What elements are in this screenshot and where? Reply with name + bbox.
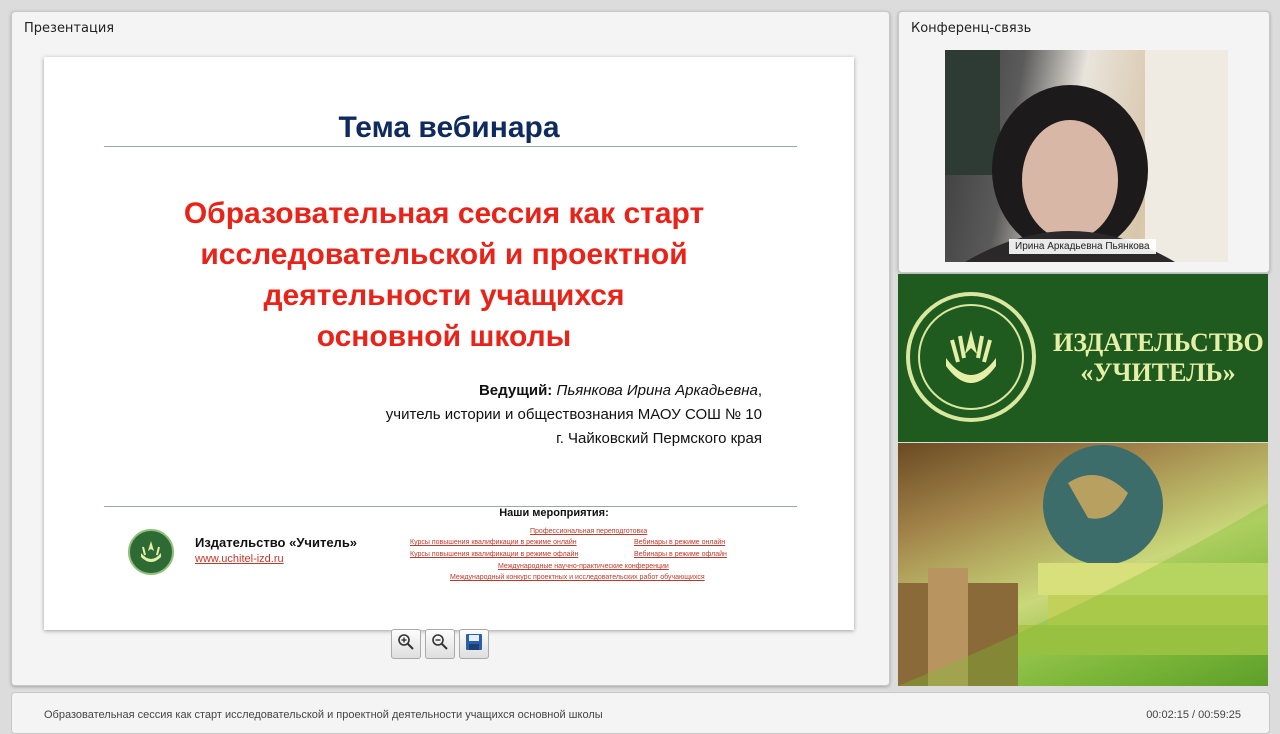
- slide-title-line: исследовательской и проектной: [200, 238, 688, 271]
- event-link[interactable]: Курсы повышения квалификации в режиме он…: [410, 539, 577, 546]
- slide-toolbar: [391, 629, 489, 659]
- session-title: Образовательная сессия как старт исследо…: [44, 709, 603, 721]
- publisher-logo-icon: [128, 529, 174, 575]
- presenter-info: Ведущий: Пьянкова Ирина Аркадьевна, учит…: [386, 379, 762, 451]
- presenter-label: Ведущий:: [478, 382, 553, 399]
- slide: Тема вебинара Образовательная сессия как…: [44, 57, 854, 630]
- presenter-role: учитель истории и обществознания МАОУ СО…: [385, 406, 762, 423]
- banner-title: ИЗДАТЕЛЬСТВО «УЧИТЕЛЬ»: [1053, 328, 1264, 388]
- zoom-out-button[interactable]: [425, 629, 455, 659]
- conference-panel: Конференц-связь Ирина Аркадьевна Пьянков…: [898, 11, 1270, 273]
- presenter-comma: ,: [757, 382, 762, 399]
- presenter-city: г. Чайковский Пермского края: [556, 430, 762, 447]
- publisher-name: Издательство «Учитель»: [195, 535, 358, 550]
- publisher-url-link[interactable]: www.uchitel-izd.ru: [195, 553, 284, 565]
- save-icon: [465, 633, 483, 656]
- slide-title-line: основной школы: [316, 320, 572, 353]
- zoom-in-button[interactable]: [391, 629, 421, 659]
- slide-title-line: Образовательная сессия как старт: [183, 197, 705, 230]
- presenter-name: Пьянкова Ирина Аркадьевна: [556, 382, 758, 399]
- decorative-books-globe-image: [898, 443, 1268, 686]
- video-feed[interactable]: Ирина Аркадьевна Пьянкова: [945, 50, 1228, 262]
- slide-heading: Тема вебинара: [338, 111, 560, 144]
- save-button[interactable]: [459, 629, 489, 659]
- slide-title-line: деятельности учащихся: [263, 279, 625, 312]
- publisher-banner: ИЗДАТЕЛЬСТВО «УЧИТЕЛЬ»: [898, 274, 1268, 442]
- zoom-in-icon: [397, 633, 415, 656]
- slide-title: Образовательная сессия как старт исследо…: [104, 193, 784, 357]
- playback-time: 00:02:15 / 00:59:25: [1146, 709, 1241, 721]
- presentation-panel-title: Презентация: [24, 21, 115, 36]
- banner-line: «УЧИТЕЛЬ»: [1080, 358, 1236, 387]
- event-link[interactable]: Профессиональная переподготовка: [530, 528, 647, 535]
- event-link[interactable]: Международные научно-практические конфер…: [498, 563, 669, 570]
- event-link[interactable]: Вебинары в режиме онлайн: [634, 539, 725, 546]
- presenter-line: Ведущий: Пьянкова Ирина Аркадьевна,: [386, 379, 762, 403]
- event-link[interactable]: Курсы повышения квалификации в режиме оф…: [410, 551, 578, 558]
- video-image: [945, 50, 1228, 262]
- publisher-logo-icon: [906, 292, 1036, 422]
- presentation-panel: Презентация Тема вебинара Образовательна…: [11, 11, 890, 686]
- conference-panel-title: Конференц-связь: [911, 21, 1032, 36]
- banner-line: ИЗДАТЕЛЬСТВО: [1053, 328, 1264, 357]
- zoom-out-icon: [431, 633, 449, 656]
- status-bar: Образовательная сессия как старт исследо…: [11, 692, 1270, 734]
- participant-name: Ирина Аркадьевна Пьянкова: [1009, 239, 1156, 254]
- event-link[interactable]: Международный конкурс проектных и исслед…: [450, 574, 705, 581]
- divider: [104, 146, 797, 147]
- event-link[interactable]: Вебинары в режиме офлайн: [634, 551, 727, 558]
